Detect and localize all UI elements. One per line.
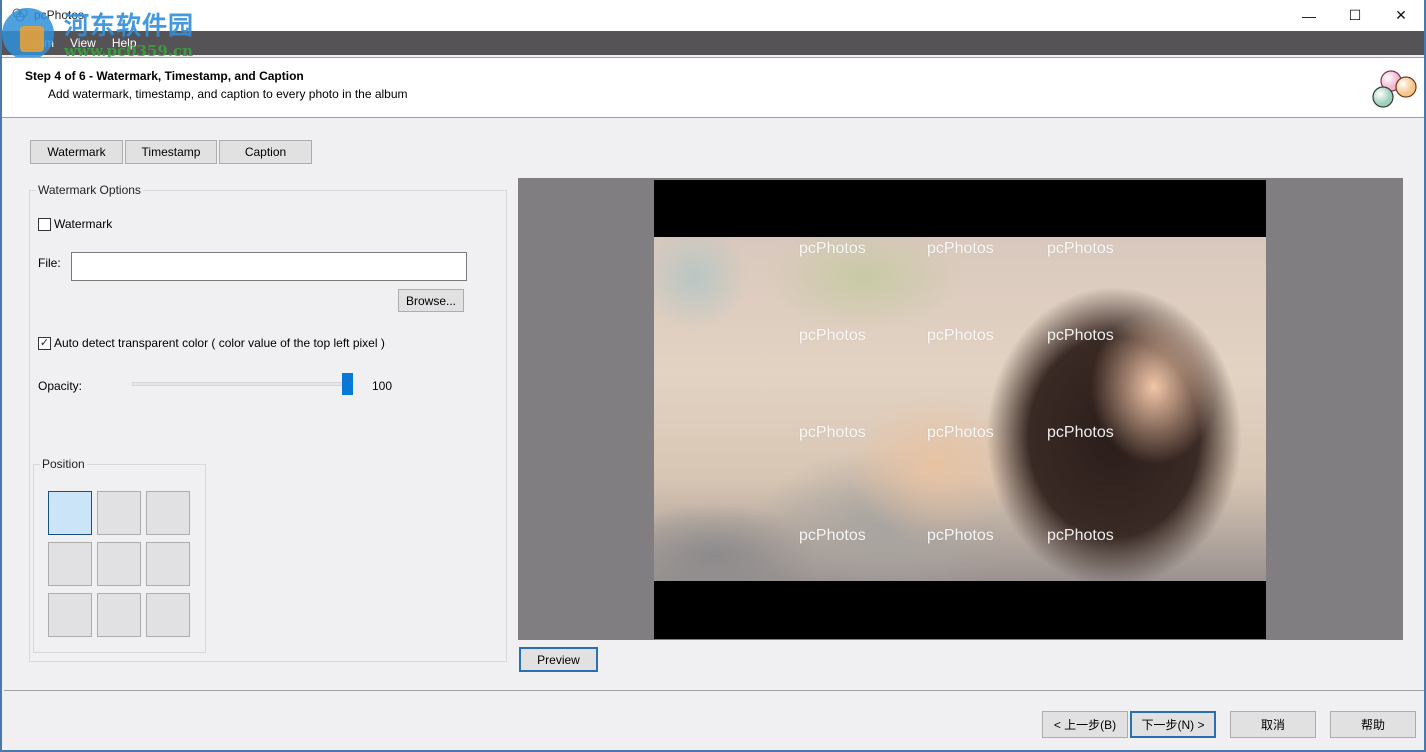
position-cell-top-left[interactable]	[48, 491, 92, 535]
tab-watermark[interactable]: Watermark	[30, 140, 123, 164]
title-bar: pcPhotos — ☐ ✕	[2, 0, 1424, 31]
watermark-text-tile: pcPhotos	[799, 527, 866, 544]
menu-bar: Album View Help	[2, 31, 1424, 55]
help-button[interactable]: 帮助	[1330, 711, 1416, 738]
opacity-value: 100	[372, 379, 393, 393]
bubbles-logo-icon	[1372, 70, 1417, 108]
position-title: Position	[40, 457, 87, 471]
position-cell-bottom-right[interactable]	[146, 593, 190, 637]
watermark-options-title: Watermark Options	[36, 183, 143, 197]
position-cell-bottom-left[interactable]	[48, 593, 92, 637]
position-cell-bottom-center[interactable]	[97, 593, 141, 637]
auto-detect-checkbox-row[interactable]: ✓ Auto detect transparent color ( color …	[38, 336, 385, 350]
cancel-button[interactable]: 取消	[1230, 711, 1316, 738]
opacity-label: Opacity:	[38, 379, 83, 393]
preview-photo: pcPhotos pcPhotos pcPhotos pcPhotos pcPhotos…	[654, 237, 1266, 581]
step-title: Step 4 of 6 - Watermark, Timestamp, and …	[25, 69, 304, 83]
preview-button[interactable]: Preview	[519, 647, 598, 672]
file-input[interactable]	[71, 252, 467, 281]
preview-area: pcPhotos pcPhotos pcPhotos pcPhotos pcPhotos…	[518, 178, 1403, 640]
photo-frame: pcPhotos pcPhotos pcPhotos pcPhotos pcPhotos…	[654, 180, 1266, 639]
watermark-checkbox[interactable]	[38, 217, 51, 231]
watermark-text-tile: pcPhotos	[927, 424, 994, 441]
menu-view[interactable]: View	[70, 34, 96, 52]
wizard-header: Step 4 of 6 - Watermark, Timestamp, and …	[2, 57, 1424, 118]
position-cell-top-right[interactable]	[146, 491, 190, 535]
close-button[interactable]: ✕	[1378, 0, 1424, 31]
position-cell-middle-left[interactable]	[48, 542, 92, 586]
browse-button[interactable]: Browse...	[398, 289, 464, 312]
menu-help[interactable]: Help	[112, 34, 137, 52]
position-cell-middle-right[interactable]	[146, 542, 190, 586]
maximize-button[interactable]: ☐	[1332, 0, 1378, 31]
watermark-text-tile: pcPhotos	[1047, 527, 1114, 544]
watermark-text-tile: pcPhotos	[1047, 327, 1114, 344]
opacity-slider-track[interactable]	[132, 382, 353, 386]
auto-detect-label: Auto detect transparent color ( color va…	[54, 336, 385, 350]
watermark-text-tile: pcPhotos	[799, 327, 866, 344]
option-tabs: Watermark Timestamp Caption	[30, 140, 314, 164]
watermark-text-tile: pcPhotos	[1047, 424, 1114, 441]
app-icon	[12, 8, 28, 22]
watermark-checkbox-row[interactable]: Watermark	[38, 217, 112, 231]
position-cell-top-center[interactable]	[97, 491, 141, 535]
step-description: Add watermark, timestamp, and caption to…	[48, 87, 408, 101]
window-title: pcPhotos	[34, 8, 85, 22]
minimize-button[interactable]: —	[1286, 0, 1332, 31]
file-label: File:	[38, 256, 61, 270]
tab-timestamp[interactable]: Timestamp	[125, 140, 217, 164]
app-window: pcPhotos — ☐ ✕ Album View Help 河东软件园 www…	[0, 0, 1426, 752]
auto-detect-checkbox[interactable]: ✓	[38, 336, 51, 350]
next-button[interactable]: 下一步(N) >	[1130, 711, 1216, 738]
watermark-text-tile: pcPhotos	[1047, 240, 1114, 257]
watermark-text-tile: pcPhotos	[927, 527, 994, 544]
close-icon: ✕	[1395, 7, 1407, 23]
watermark-text-tile: pcPhotos	[799, 424, 866, 441]
watermark-text-tile: pcPhotos	[927, 240, 994, 257]
minimize-icon: —	[1302, 7, 1316, 24]
footer-divider	[4, 690, 1424, 691]
tab-caption[interactable]: Caption	[219, 140, 312, 164]
watermark-text-tile: pcPhotos	[927, 327, 994, 344]
back-button[interactable]: < 上一步(B)	[1042, 711, 1128, 738]
opacity-slider-thumb[interactable]	[342, 373, 353, 395]
menu-album[interactable]: Album	[20, 34, 54, 52]
position-cell-center[interactable]	[97, 542, 141, 586]
watermark-text-tile: pcPhotos	[799, 240, 866, 257]
maximize-icon: ☐	[1348, 7, 1362, 23]
watermark-checkbox-label: Watermark	[54, 217, 113, 231]
